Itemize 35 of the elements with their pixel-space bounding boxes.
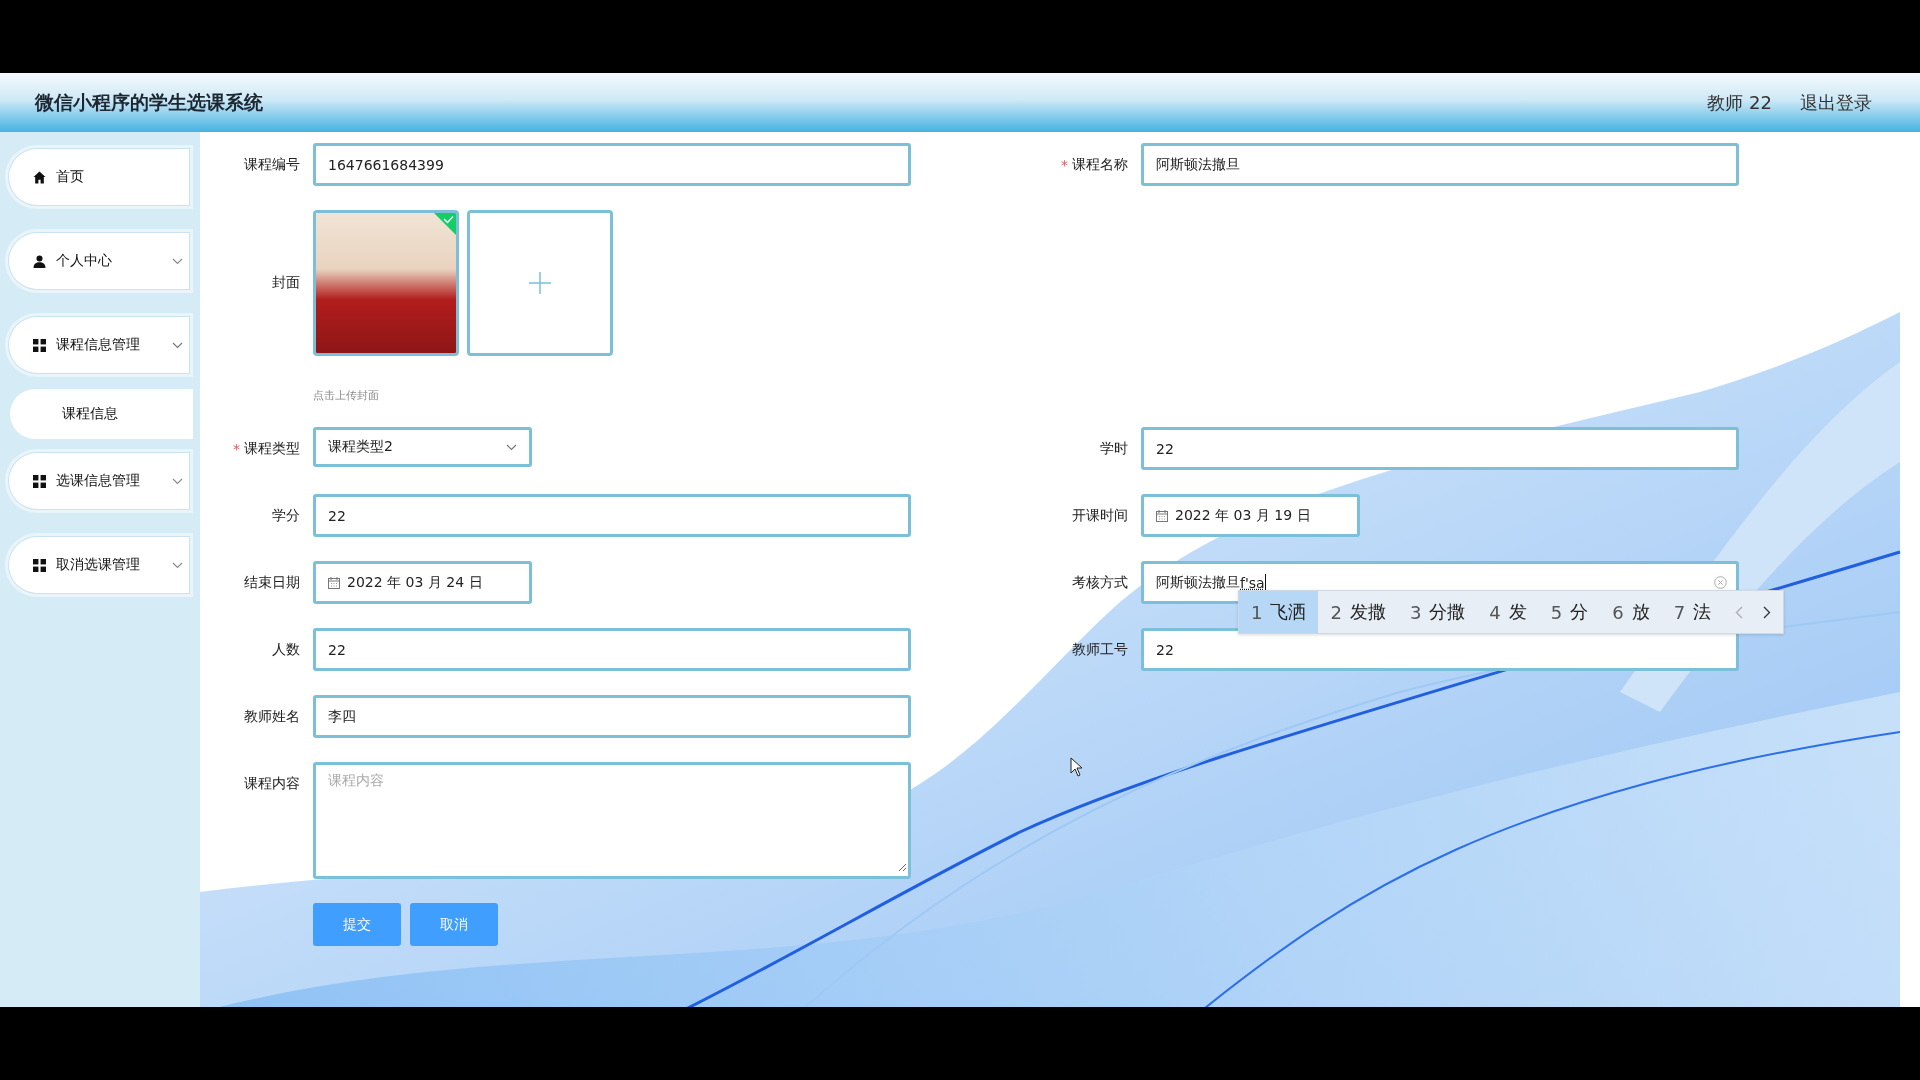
sidebar-item[interactable]: 取消选课管理: [5, 533, 193, 597]
required-asterisk: *: [233, 440, 240, 457]
sidebar-item[interactable]: 个人中心: [5, 229, 193, 293]
field-label: 课程内容: [244, 774, 300, 793]
field-label: 结束日期: [244, 573, 300, 592]
field-label: 学时: [1100, 439, 1128, 458]
date-field[interactable]: 2022 年 03 月 19 日: [1141, 494, 1360, 537]
text-field[interactable]: 22: [1141, 427, 1739, 470]
required-asterisk: *: [1061, 156, 1068, 173]
field-label: 开课时间: [1072, 506, 1128, 525]
text-field[interactable]: 22: [313, 494, 911, 537]
submenu-item[interactable]: 课程信息: [10, 389, 193, 439]
sidebar-item[interactable]: 课程信息管理: [5, 313, 193, 377]
logout-link[interactable]: 退出登录: [1800, 90, 1872, 115]
text-field[interactable]: 1647661684399: [313, 143, 911, 186]
text-field[interactable]: 22: [313, 628, 911, 671]
user-name: 教师 22: [1707, 90, 1772, 115]
select-field[interactable]: 课程类型2: [313, 427, 532, 467]
field-label: 学分: [272, 506, 300, 525]
app-title: 微信小程序的学生选课系统: [35, 89, 263, 115]
field-label: 课程编号: [244, 155, 300, 174]
text-field[interactable]: 阿斯顿法撤旦: [1141, 143, 1739, 186]
upload-hint: 点击上传封面: [313, 388, 380, 403]
field-label: 封面: [272, 274, 300, 292]
text-field[interactable]: 李四: [313, 695, 911, 738]
field-label: 人数: [272, 640, 300, 659]
field-label: 教师工号: [1072, 640, 1128, 659]
field-label: 考核方式: [1072, 573, 1128, 592]
date-field[interactable]: 2022 年 03 月 24 日: [313, 561, 532, 604]
field-label: 课程类型: [244, 439, 300, 458]
sidebar-item[interactable]: 选课信息管理: [5, 449, 193, 513]
sidebar-item[interactable]: 首页: [5, 145, 193, 209]
field-label: 教师姓名: [244, 707, 300, 726]
field-label: 课程名称: [1072, 155, 1128, 174]
ime-candidate[interactable]: 1 飞洒: [1239, 591, 1319, 633]
